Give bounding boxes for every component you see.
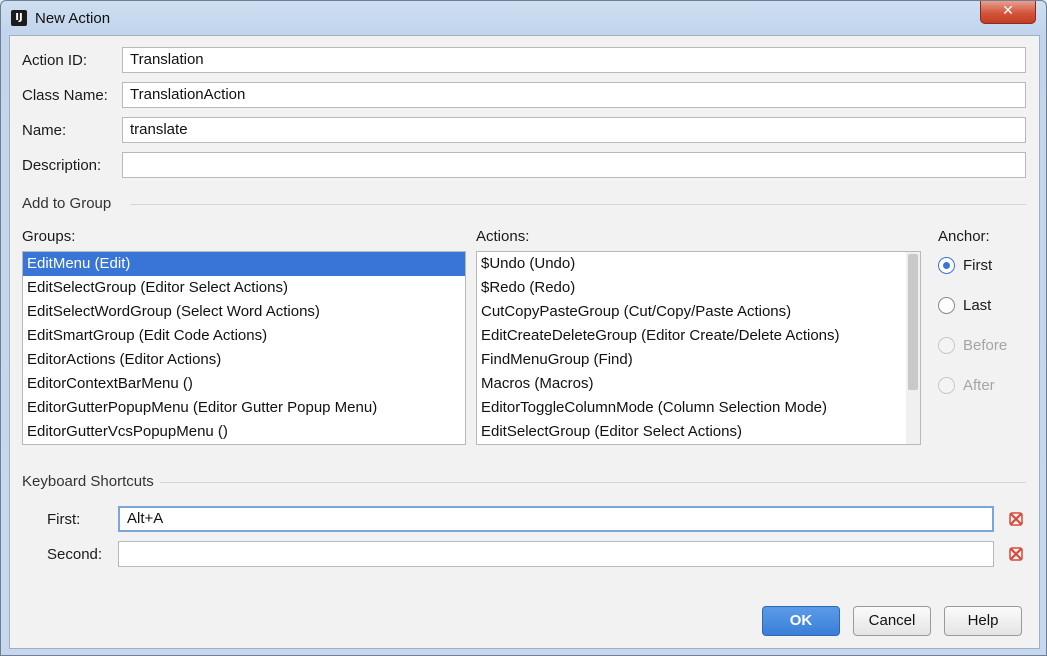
group-list-item[interactable]: EditorContextBarMenu () — [23, 372, 465, 396]
action-list-item[interactable]: EditCreateDeleteGroup (Editor Create/Del… — [477, 324, 920, 348]
actions-label: Actions: — [476, 228, 530, 245]
action-list-item[interactable]: EditSelectGroup (Editor Select Actions) — [477, 420, 920, 444]
close-window-button[interactable]: ✕ — [980, 1, 1036, 24]
action-list-item[interactable]: $Undo (Undo) — [477, 252, 920, 276]
anchor-radio-first[interactable]: First — [938, 257, 992, 274]
anchor-radio-after: After — [938, 377, 995, 394]
groups-label: Groups: — [22, 228, 76, 245]
radio-circle-icon — [938, 337, 955, 354]
first-shortcut-label: First: — [47, 511, 81, 528]
anchor-radio-label: First — [963, 257, 993, 274]
actions-scrollbar[interactable] — [906, 252, 920, 444]
class-name-input[interactable]: TranslationAction — [122, 82, 1026, 108]
anchor-radio-label: Last — [963, 297, 992, 314]
class-name-label: Class Name: — [22, 87, 108, 104]
description-input[interactable] — [122, 152, 1026, 178]
add-to-group-separator — [130, 204, 1026, 205]
remove-first-shortcut-icon[interactable] — [1008, 511, 1024, 527]
dialog-window: IJ New Action ✕ Action ID: Translation C… — [0, 0, 1047, 656]
action-list-item[interactable]: Macros (Macros) — [477, 372, 920, 396]
group-list-item[interactable]: EditorGutterVcsPopupMenu () — [23, 420, 465, 444]
anchor-label: Anchor: — [938, 228, 990, 245]
title-bar[interactable]: IJ New Action ✕ — [1, 1, 1046, 35]
name-label: Name: — [22, 122, 67, 139]
intellij-app-icon: IJ — [11, 10, 27, 26]
radio-circle-icon — [938, 297, 955, 314]
keyboard-shortcuts-separator — [160, 482, 1026, 483]
radio-circle-icon — [938, 377, 955, 394]
action-list-item[interactable]: FindMenuGroup (Find) — [477, 348, 920, 372]
group-list-item[interactable]: EditSelectWordGroup (Select Word Actions… — [23, 300, 465, 324]
first-shortcut-input[interactable]: Alt+A — [118, 506, 994, 532]
anchor-radio-before: Before — [938, 337, 1007, 354]
action-list-item[interactable]: EditorToggleColumnMode (Column Selection… — [477, 396, 920, 420]
action-list-item[interactable]: $Redo (Redo) — [477, 276, 920, 300]
description-label: Description: — [22, 157, 102, 174]
remove-second-shortcut-icon[interactable] — [1008, 546, 1024, 562]
keyboard-shortcuts-title: Keyboard Shortcuts — [22, 473, 154, 490]
anchor-radio-last[interactable]: Last — [938, 297, 991, 314]
second-shortcut-label: Second: — [47, 546, 103, 563]
radio-circle-icon — [938, 257, 955, 274]
action-id-label: Action ID: — [22, 52, 88, 69]
groups-list[interactable]: EditMenu (Edit) EditSelectGroup (Editor S… — [22, 251, 466, 445]
ok-button[interactable]: OK — [762, 606, 840, 636]
name-input[interactable]: translate — [122, 117, 1026, 143]
group-list-item[interactable]: EditSelectGroup (Editor Select Actions) — [23, 276, 465, 300]
group-list-item[interactable]: EditSmartGroup (Edit Code Actions) — [23, 324, 465, 348]
action-id-input[interactable]: Translation — [122, 47, 1026, 73]
action-list-item[interactable]: CutCopyPasteGroup (Cut/Copy/Paste Action… — [477, 300, 920, 324]
window-title: New Action — [35, 10, 111, 27]
group-list-item[interactable]: EditorGutterPopupMenu (Editor Gutter Pop… — [23, 396, 465, 420]
actions-list[interactable]: $Undo (Undo) $Redo (Redo) CutCopyPasteGrou… — [476, 251, 921, 445]
dialog-content: Action ID: Translation Class Name: Trans… — [9, 35, 1040, 649]
actions-scrollbar-thumb[interactable] — [908, 254, 918, 390]
cancel-button[interactable]: Cancel — [853, 606, 931, 636]
help-button[interactable]: Help — [944, 606, 1022, 636]
add-to-group-title: Add to Group — [22, 195, 112, 212]
anchor-radio-label: After — [963, 377, 995, 394]
group-list-item[interactable]: EditMenu (Edit) — [23, 252, 465, 276]
group-list-item[interactable]: EditorActions (Editor Actions) — [23, 348, 465, 372]
second-shortcut-input[interactable] — [118, 541, 994, 567]
anchor-radio-label: Before — [963, 337, 1008, 354]
